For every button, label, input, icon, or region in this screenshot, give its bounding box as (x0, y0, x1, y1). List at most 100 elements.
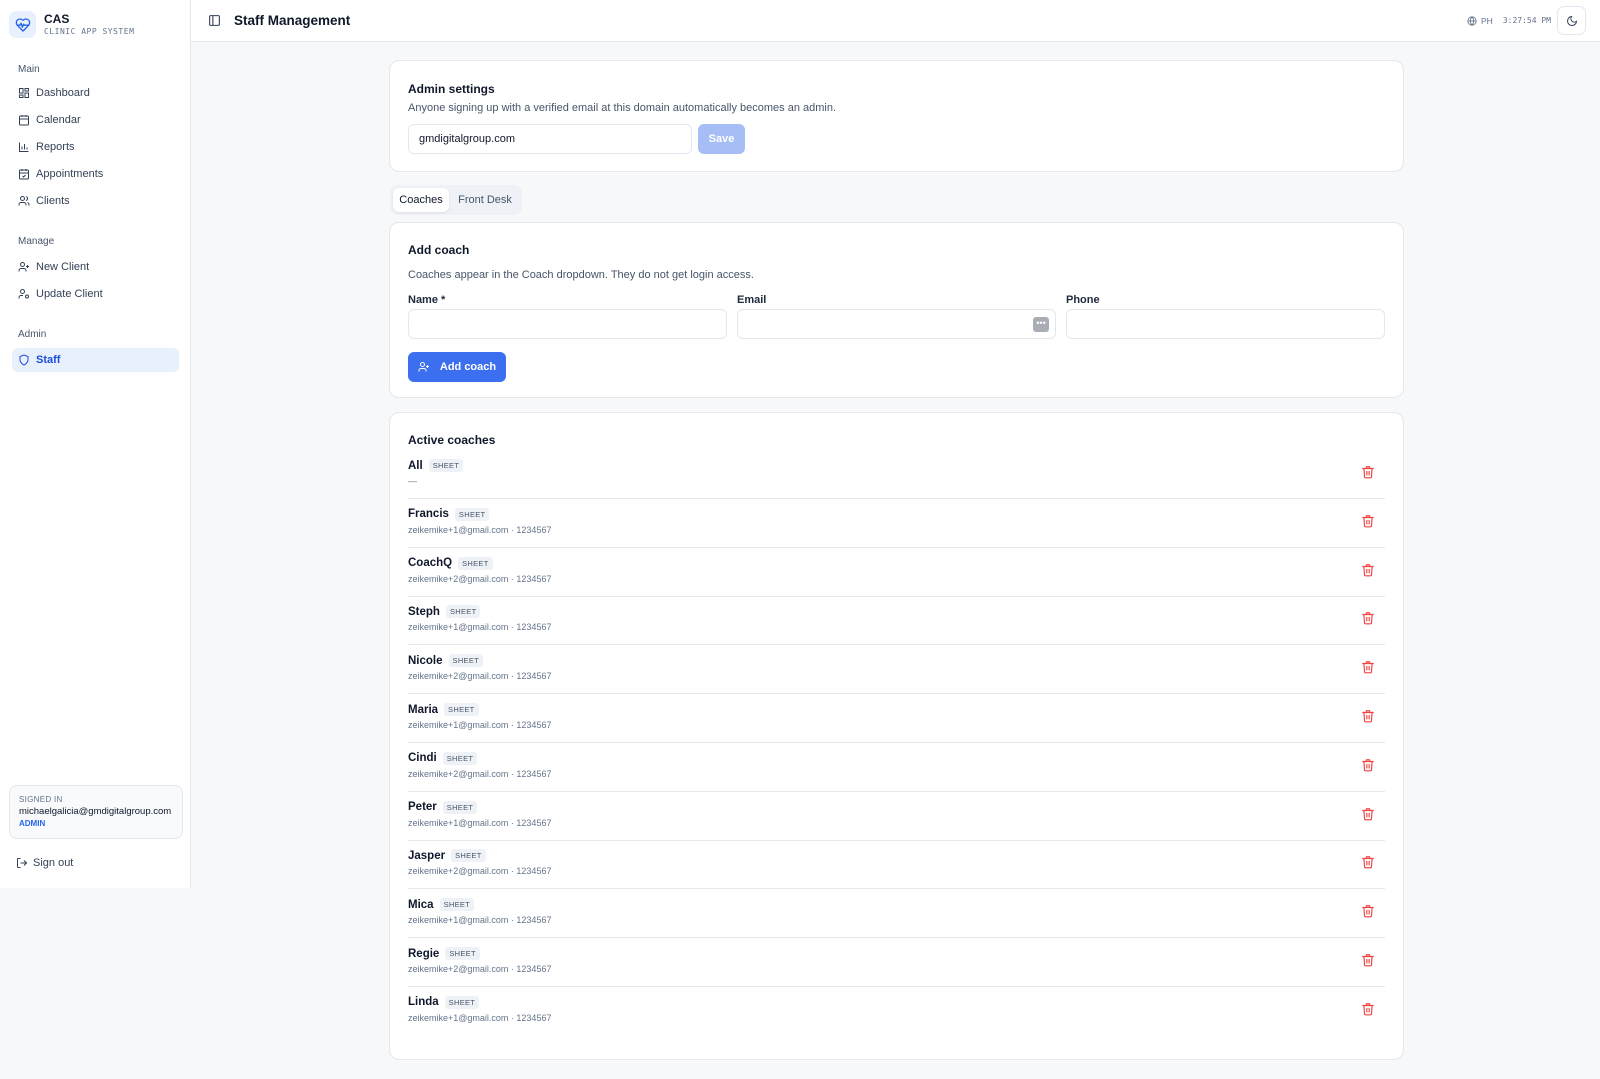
coach-contact: zeikemike+2@gmail.com · 1234567 (408, 866, 552, 877)
sidebar-item-calendar[interactable]: Calendar (12, 108, 179, 132)
sheet-badge: SHEET (439, 898, 475, 912)
coach-name-text: Linda (408, 996, 439, 1009)
phone-label: Phone (1066, 294, 1100, 306)
dashboard-icon (19, 88, 29, 98)
autofill-icon[interactable]: ••• (1033, 317, 1049, 332)
admin-domain-input[interactable]: gmdigitalgroup.com (408, 124, 692, 154)
coach-contact: zeikemike+2@gmail.com · 1234567 (408, 573, 552, 584)
coach-row: Steph SHEET zeikemike+1@gmail.com · 123456… (408, 596, 1385, 646)
sidebar-item-new-client[interactable]: New Client (12, 255, 179, 279)
coach-contact: zeikemike+2@gmail.com · 1234567 (408, 768, 552, 779)
add-coach-card: Add coach Coaches appear in the Coach dr… (389, 222, 1404, 398)
sidebar-item-update-client[interactable]: Update Client (12, 282, 179, 306)
sidebar-item-label: Update Client (36, 288, 103, 300)
signed-in-email: michaelgalicia@gmdigitalgroup.com (19, 806, 172, 817)
trash-icon[interactable] (1361, 758, 1375, 772)
sheet-badge: SHEET (454, 507, 490, 521)
clock: 3:27:54 PM (1502, 16, 1551, 25)
shield-icon (19, 354, 29, 366)
coach-contact: zeikemike+1@gmail.com · 1234567 (408, 720, 552, 730)
trash-icon[interactable] (1361, 514, 1375, 528)
sidebar-item-label: Calendar (36, 114, 81, 126)
user-plus-icon (418, 362, 429, 372)
sheet-badge: SHEET (442, 800, 478, 814)
trash-icon[interactable] (1361, 904, 1375, 918)
coach-name: Peter SHEET (408, 800, 478, 814)
brand[interactable]: CAS CLINIC APP SYSTEM (9, 11, 134, 38)
add-coach-description: Coaches appear in the Coach dropdown. Th… (408, 269, 754, 281)
timezone-indicator[interactable]: PH (1467, 16, 1493, 26)
globe-icon (1467, 15, 1477, 26)
sidebar-toggle-icon[interactable] (208, 14, 221, 27)
trash-icon[interactable] (1361, 953, 1375, 967)
user-cog-icon (18, 289, 29, 299)
add-coach-button-label: Add coach (439, 361, 497, 373)
admin-settings-description: Anyone signing up with a verified email … (408, 102, 837, 114)
save-button[interactable]: Save (698, 124, 745, 154)
coach-contact: zeikemike+1@gmail.com · 1234567 (408, 817, 552, 828)
active-coaches-title: Active coaches (408, 433, 496, 447)
sidebar-item-label: Reports (36, 141, 75, 153)
email-field[interactable]: ••• (737, 309, 1056, 339)
trash-icon[interactable] (1361, 465, 1375, 479)
sheet-badge: SHEET (448, 654, 484, 668)
nav-group-admin: Admin (0, 328, 191, 342)
nav-group-label: Main (18, 64, 40, 75)
name-label: Name * (408, 294, 446, 306)
coach-contact: zeikemike+2@gmail.com · 1234567 (408, 964, 552, 974)
user-plus-icon (18, 262, 29, 272)
signed-in-card: SIGNED IN michaelgalicia@gmdigitalgroup.… (9, 785, 183, 839)
trash-icon[interactable] (1361, 855, 1375, 869)
nav-group-label: Admin (18, 329, 47, 340)
sidebar-item-clients[interactable]: Clients (12, 189, 179, 213)
tab-coaches[interactable]: Coaches (393, 188, 449, 212)
nav-group-label: Manage (18, 236, 55, 247)
tab-front-desk[interactable]: Front Desk (451, 188, 519, 212)
nav-group-manage: Manage (0, 235, 191, 249)
sign-out-label: Sign out (33, 857, 74, 869)
add-coach-button[interactable]: Add coach (408, 352, 506, 382)
trash-icon[interactable] (1361, 660, 1375, 674)
active-coaches-card: Active coaches All SHEET — Francis SHEET zeik… (389, 412, 1404, 1060)
coach-row: CoachQ SHEET zeikemike+2@gmail.com · 12345… (408, 548, 1385, 597)
coach-row: Peter SHEET zeikemike+1@gmail.com · 123456… (408, 792, 1385, 841)
sign-out-button[interactable]: Sign out (16, 857, 73, 869)
sidebar-item-dashboard[interactable]: Dashboard (12, 81, 179, 105)
coach-contact: zeikemike+1@gmail.com · 1234567 (408, 1012, 552, 1023)
coach-name: Mica SHEET (408, 898, 475, 912)
trash-icon[interactable] (1361, 563, 1375, 577)
sidebar-item-appointments[interactable]: Appointments (12, 162, 179, 186)
staff-tabs: Coaches Front Desk (390, 185, 522, 215)
coach-row: Francis SHEET zeikemike+1@gmail.com · 1234… (408, 499, 1385, 548)
sidebar-item-reports[interactable]: Reports (12, 135, 179, 159)
email-label: Email (737, 294, 767, 306)
sidebar-item-staff[interactable]: Staff (12, 348, 179, 372)
coach-name-text: Steph (408, 605, 440, 618)
theme-toggle-button[interactable] (1557, 6, 1586, 35)
calendar-icon (19, 115, 29, 126)
coach-name: All SHEET (408, 459, 464, 472)
sidebar-item-label: Clients (36, 195, 70, 207)
sheet-badge: SHEET (445, 947, 480, 960)
admin-settings-card: Admin settings Anyone signing up with a … (389, 60, 1404, 172)
phone-field[interactable] (1066, 309, 1385, 339)
brand-subtitle: CLINIC APP SYSTEM (44, 27, 135, 36)
trash-icon[interactable] (1361, 1002, 1375, 1016)
trash-icon[interactable] (1361, 807, 1375, 821)
coach-contact: — (408, 476, 417, 486)
coach-name: Regie SHEET (408, 947, 480, 960)
coach-row: Jasper SHEET zeikemike+2@gmail.com · 12345… (408, 840, 1385, 890)
trash-icon[interactable] (1361, 611, 1375, 625)
trash-icon[interactable] (1361, 709, 1375, 723)
coach-row: All SHEET — (408, 450, 1385, 499)
sidebar-item-label: Staff (36, 354, 61, 366)
coach-row: Cindi SHEET zeikemike+2@gmail.com · 123456… (408, 743, 1385, 792)
coach-name: Nicole SHEET (408, 654, 484, 668)
name-field[interactable] (408, 309, 727, 339)
coach-name-text: Cindi (408, 752, 437, 765)
coach-name: Linda SHEET (408, 995, 480, 1009)
coach-row: Maria SHEET zeikemike+1@gmail.com · 123456… (408, 694, 1385, 743)
timezone-label: PH (1481, 15, 1493, 26)
coach-name-text: Maria (408, 703, 439, 716)
brand-title: CAS (44, 12, 70, 26)
